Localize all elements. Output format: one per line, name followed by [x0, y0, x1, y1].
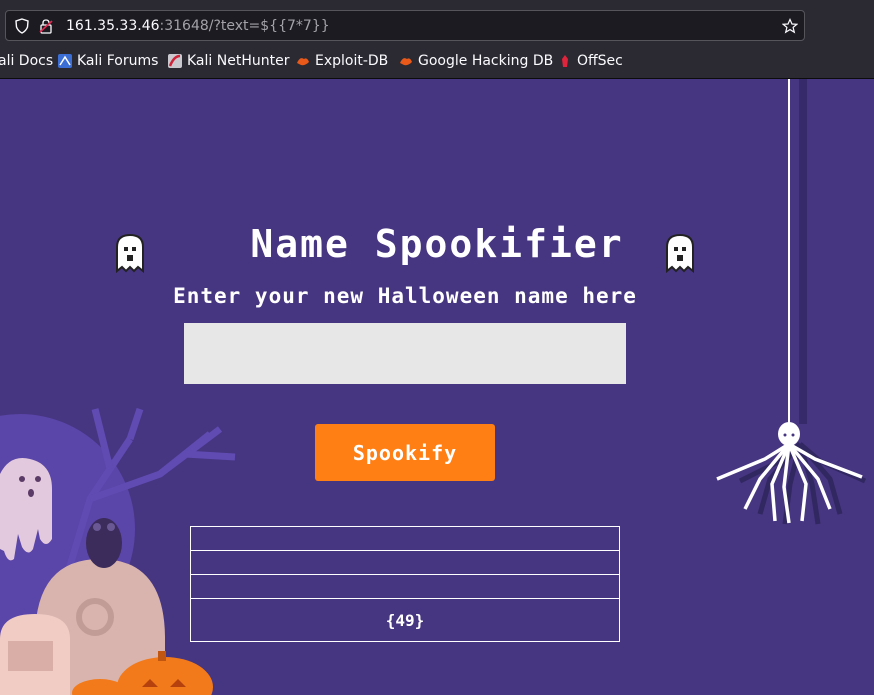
offsec-icon: [562, 55, 568, 67]
bookmark-label: Exploit-DB: [315, 53, 389, 69]
url-text[interactable]: 161.35.33.46:31648/?text=${{7*7}}: [66, 18, 330, 34]
bookmark-kali-nethunter[interactable]: Kali NetHunter: [168, 53, 289, 69]
bookmark-label: Kali Forums: [77, 53, 159, 69]
table-row: [190, 526, 620, 551]
bookmark-label: Google Hacking DB: [418, 53, 554, 69]
star-icon[interactable]: [782, 18, 798, 34]
bookmark-exploit-db[interactable]: Exploit-DB: [296, 53, 388, 69]
bookmark-label: Kali NetHunter: [187, 53, 290, 69]
result-cell: [190, 550, 620, 575]
nethunter-icon: [168, 54, 182, 68]
ghdb-icon: [400, 58, 412, 66]
bookmark-label: OffSec: [577, 53, 623, 69]
exploit-db-icon: [297, 58, 309, 66]
table-row: {49}: [190, 598, 620, 642]
bookmark-label: ali Docs: [0, 53, 54, 69]
insecure-lock-icon[interactable]: [38, 18, 54, 34]
table-row: [190, 550, 620, 575]
page-title: Name Spookifier: [250, 222, 624, 266]
owl-figure: [86, 518, 122, 568]
url-path: :31648/?text=${{7*7}}: [159, 18, 330, 34]
tombstone-plaque: [8, 641, 53, 671]
spookify-button[interactable]: Spookify: [315, 424, 495, 481]
kali-forums-icon: [58, 54, 72, 68]
url-host: 161.35.33.46: [66, 18, 160, 34]
url-bar[interactable]: 161.35.33.46:31648/?text=${{7*7}}: [5, 10, 805, 41]
bookmark-offsec[interactable]: OffSec: [558, 53, 623, 69]
page-subtitle: Enter your new Halloween name here: [173, 284, 637, 308]
result-cell: {49}: [190, 598, 620, 642]
bookmark-google-hacking-db[interactable]: Google Hacking DB: [399, 53, 553, 69]
name-input[interactable]: [184, 323, 626, 384]
shield-icon[interactable]: [14, 18, 30, 34]
toolbar: 161.35.33.46:31648/?text=${{7*7}}: [0, 0, 874, 45]
bookmark-kali-docs[interactable]: ali Docs: [0, 53, 53, 69]
table-row: [190, 574, 620, 599]
bookmark-kali-forums[interactable]: Kali Forums: [58, 53, 158, 69]
result-cell: [190, 526, 620, 551]
bookmarks-bar: ali Docs Kali Forums Kali NetHunter Expl…: [0, 45, 874, 79]
result-cell: [190, 574, 620, 599]
spookifier-page: Name Spookifier Enter your new Halloween…: [0, 79, 874, 695]
results-table: {49}: [190, 526, 620, 642]
